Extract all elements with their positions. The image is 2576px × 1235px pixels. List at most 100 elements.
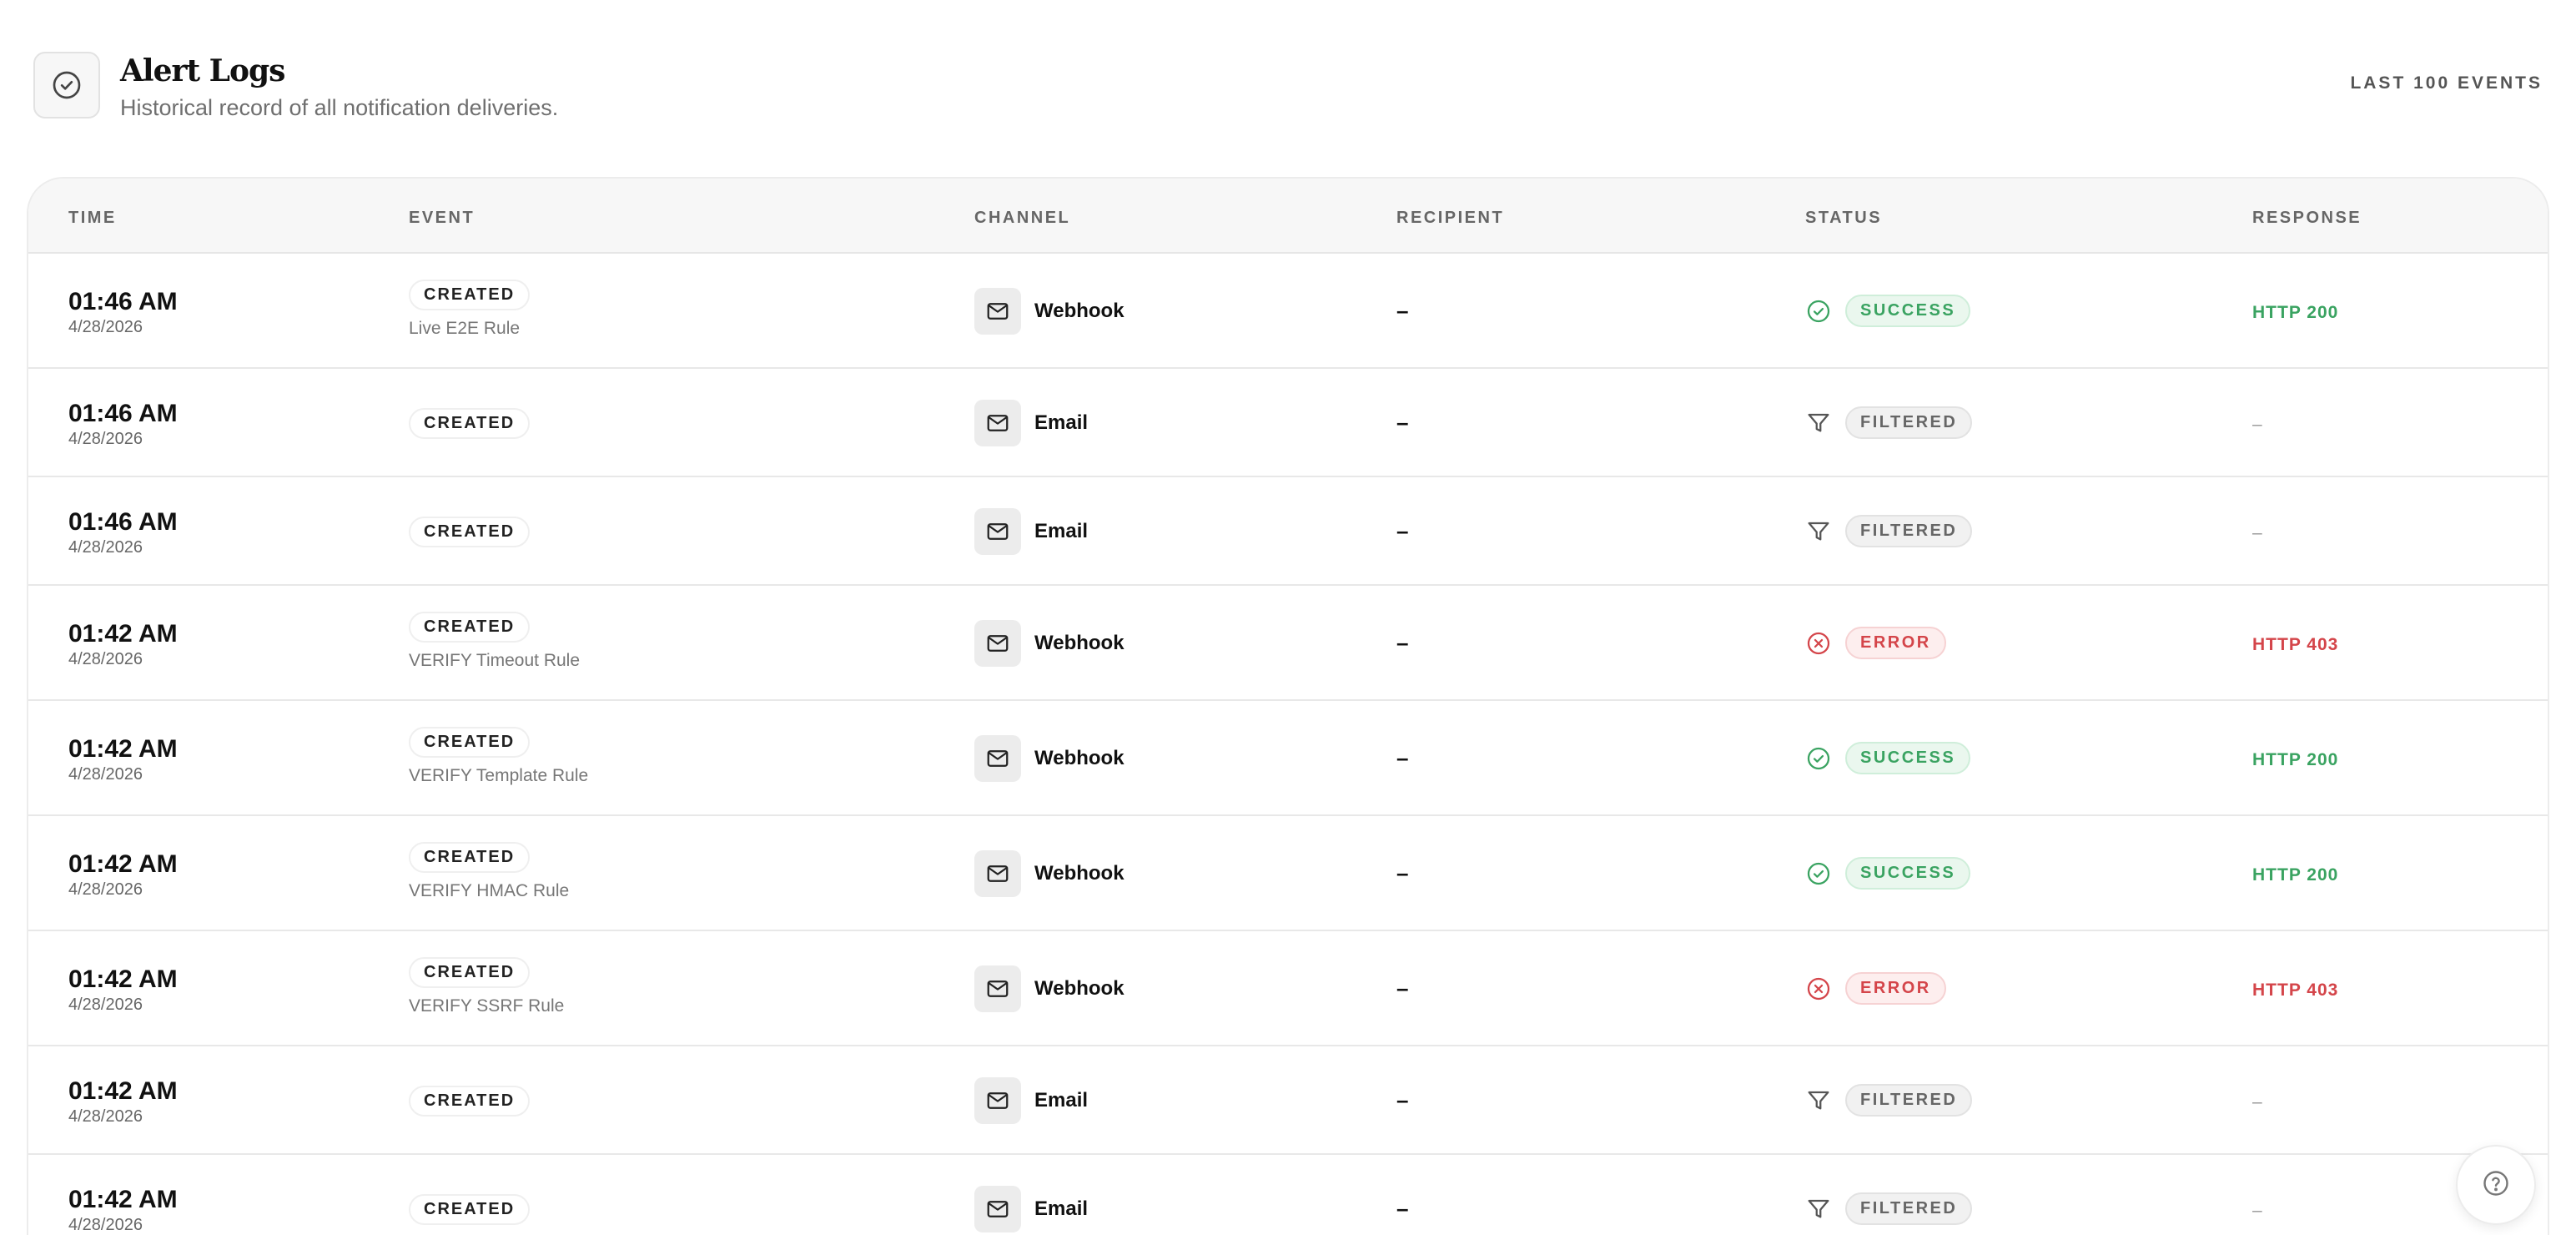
channel-cell: Email — [974, 1186, 1225, 1232]
filter-icon — [1805, 1196, 1832, 1222]
table-row[interactable]: 01:42 AM 4/28/2026 CREATED VERIFY Timeout R… — [28, 586, 2548, 701]
status-badge: ERROR — [1845, 627, 1946, 659]
response-value: – — [2252, 1092, 2263, 1112]
table-row[interactable]: 01:42 AM 4/28/2026 CREATED Email – FILTERED – — [28, 1155, 2548, 1235]
response-value: – — [2252, 1201, 2263, 1220]
time-cell: 01:46 AM 4/28/2026 — [68, 508, 178, 557]
help-circle-icon — [2481, 1168, 2511, 1202]
channel-label: Email — [1034, 411, 1089, 434]
event-date: 4/28/2026 — [68, 1216, 143, 1234]
event-type-badge: CREATED — [409, 1086, 531, 1117]
response-value: – — [2252, 523, 2263, 542]
rule-name: Live E2E Rule — [409, 319, 521, 338]
status-badge: SUCCESS — [1845, 742, 1971, 774]
response-value: HTTP 403 — [2252, 980, 2339, 1000]
x-circle-icon — [1805, 975, 1832, 1002]
table-row[interactable]: 01:42 AM 4/28/2026 CREATED VERIFY SSRF Rule… — [28, 931, 2548, 1046]
mail-icon — [974, 965, 1021, 1012]
channel-cell: Webhook — [974, 620, 1225, 667]
rule-name: VERIFY Template Rule — [409, 766, 589, 785]
channel-label: Webhook — [1034, 977, 1124, 1000]
filter-icon — [1805, 518, 1832, 545]
event-time: 01:46 AM — [68, 508, 178, 536]
response-value: HTTP 200 — [2252, 865, 2339, 885]
mail-icon — [974, 1077, 1021, 1124]
recipient-value: – — [1396, 298, 1409, 323]
status-badge: FILTERED — [1845, 515, 1973, 547]
status-cell: ERROR — [1805, 627, 2055, 659]
help-button[interactable] — [2456, 1145, 2536, 1225]
channel-cell: Webhook — [974, 850, 1225, 897]
time-cell: 01:42 AM 4/28/2026 — [68, 850, 178, 900]
table-row[interactable]: 01:46 AM 4/28/2026 CREATED Email – FILTERED – — [28, 369, 2548, 477]
channel-cell: Email — [974, 400, 1225, 446]
channel-cell: Webhook — [974, 965, 1225, 1012]
check-circle-icon — [1805, 860, 1832, 887]
event-type-badge: CREATED — [409, 280, 531, 310]
event-time: 01:46 AM — [68, 288, 178, 315]
mail-icon — [974, 288, 1021, 335]
event-date: 4/28/2026 — [68, 650, 143, 668]
status-badge: SUCCESS — [1845, 295, 1971, 327]
check-circle-icon — [33, 52, 100, 118]
event-date: 4/28/2026 — [68, 1107, 143, 1126]
status-badge: FILTERED — [1845, 1084, 1973, 1117]
event-type-badge: CREATED — [409, 957, 531, 988]
rule-name: VERIFY SSRF Rule — [409, 996, 565, 1016]
event-cell: CREATED Live E2E Rule — [409, 280, 531, 339]
event-cell: CREATED VERIFY SSRF Rule — [409, 957, 564, 1016]
status-cell: FILTERED — [1805, 1192, 2055, 1225]
status-badge: SUCCESS — [1845, 857, 1971, 890]
channel-label: Webhook — [1034, 862, 1124, 885]
event-date: 4/28/2026 — [68, 318, 143, 336]
status-cell: SUCCESS — [1805, 295, 2055, 327]
channel-label: Webhook — [1034, 300, 1124, 322]
channel-cell: Webhook — [974, 735, 1225, 782]
event-date: 4/28/2026 — [68, 996, 143, 1014]
recipient-value: – — [1396, 860, 1409, 885]
response-value: HTTP 200 — [2252, 303, 2339, 322]
status-badge: FILTERED — [1845, 406, 1973, 439]
event-time: 01:42 AM — [68, 1077, 178, 1105]
recipient-value: – — [1396, 518, 1409, 543]
event-type-badge: CREATED — [409, 1194, 531, 1225]
time-cell: 01:46 AM 4/28/2026 — [68, 288, 178, 337]
check-circle-icon — [1805, 745, 1832, 772]
event-cell: CREATED VERIFY Timeout Rule — [409, 612, 580, 671]
recipient-value: – — [1396, 1087, 1409, 1112]
response-value: HTTP 403 — [2252, 635, 2339, 654]
filter-icon — [1805, 1087, 1832, 1114]
status-cell: ERROR — [1805, 972, 2055, 1005]
time-cell: 01:42 AM 4/28/2026 — [68, 965, 178, 1015]
table-row[interactable]: 01:42 AM 4/28/2026 CREATED Email – FILTERED – — [28, 1046, 2548, 1155]
channel-cell: Email — [974, 508, 1225, 555]
event-time: 01:42 AM — [68, 850, 178, 878]
table-row[interactable]: 01:46 AM 4/28/2026 CREATED Live E2E Rule Web… — [28, 254, 2548, 369]
column-header-event: EVENT — [409, 209, 475, 227]
status-cell: SUCCESS — [1805, 742, 2055, 774]
table-row[interactable]: 01:42 AM 4/28/2026 CREATED VERIFY Template … — [28, 701, 2548, 816]
rule-name: VERIFY Timeout Rule — [409, 651, 581, 670]
channel-label: Email — [1034, 520, 1089, 542]
time-cell: 01:42 AM 4/28/2026 — [68, 735, 178, 784]
status-cell: FILTERED — [1805, 406, 2055, 439]
event-cell: CREATED VERIFY Template Rule — [409, 727, 588, 786]
event-cell: CREATED — [409, 517, 531, 547]
column-header-channel: CHANNEL — [974, 209, 1071, 227]
table-row[interactable]: 01:42 AM 4/28/2026 CREATED VERIFY HMAC Rule… — [28, 816, 2548, 931]
event-time: 01:42 AM — [68, 965, 178, 993]
recipient-value: – — [1396, 745, 1409, 770]
event-type-badge: CREATED — [409, 517, 531, 547]
event-cell: CREATED — [409, 1086, 531, 1117]
column-header-status: STATUS — [1805, 209, 1883, 227]
mail-icon — [974, 508, 1021, 555]
check-circle-icon — [1805, 298, 1832, 325]
status-cell: FILTERED — [1805, 515, 2055, 547]
recipient-value: – — [1396, 630, 1409, 655]
table-row[interactable]: 01:46 AM 4/28/2026 CREATED Email – FILTERED – — [28, 477, 2548, 586]
channel-label: Email — [1034, 1089, 1089, 1112]
response-value: HTTP 200 — [2252, 750, 2339, 769]
event-cell: CREATED — [409, 1194, 531, 1225]
channel-cell: Webhook — [974, 288, 1225, 335]
response-value: – — [2252, 415, 2263, 434]
